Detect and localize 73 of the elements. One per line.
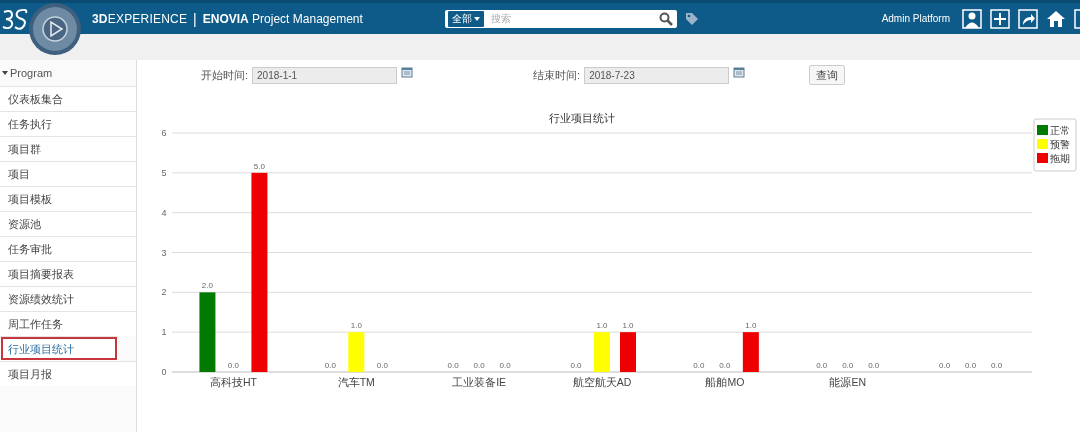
data-label: 0.0 xyxy=(227,361,239,370)
sidebar-item[interactable]: 仪表板集合 xyxy=(0,86,136,111)
data-label: 0.0 xyxy=(939,361,951,370)
category-label: 航空航天AD xyxy=(572,376,632,388)
y-tick-label: 5 xyxy=(161,167,167,178)
data-label: 0.0 xyxy=(499,361,511,370)
category-label: 船舶MO xyxy=(705,376,745,388)
data-label: 0.0 xyxy=(868,361,880,370)
data-label: 0.0 xyxy=(570,361,582,370)
y-tick-label: 1 xyxy=(161,327,167,338)
data-label: 0.0 xyxy=(376,361,388,370)
product-name: 3DEXPERIENCE xyxy=(92,11,188,26)
sidebar-item[interactable]: 任务执行 xyxy=(0,111,136,136)
caret-icon[interactable] xyxy=(473,16,480,21)
tag-icon[interactable] xyxy=(684,11,699,26)
search-field[interactable]: 全部 搜索 xyxy=(444,9,677,28)
data-label: 1.0 xyxy=(622,321,634,331)
data-label: 0.0 xyxy=(816,361,828,370)
sidebar-item[interactable]: 项目模板 xyxy=(0,186,136,211)
sidebar-item[interactable]: 周工作任务 xyxy=(0,311,136,336)
y-tick-label: 2 xyxy=(161,287,167,298)
data-label: 2.0 xyxy=(201,281,213,291)
title-divider: | xyxy=(193,10,197,27)
toolbar-icon[interactable] xyxy=(1074,8,1080,29)
y-tick-label: 6 xyxy=(161,128,167,138)
data-label: 0.0 xyxy=(842,361,854,370)
y-tick-label: 0 xyxy=(161,367,167,377)
category-label: 工业装备IE xyxy=(452,376,507,388)
sidebar-item[interactable]: 资源池 xyxy=(0,211,136,236)
data-label: 5.0 xyxy=(253,161,265,171)
sidebar-item[interactable]: 项目群 xyxy=(0,136,136,161)
legend-label: 拖期 xyxy=(1050,153,1070,164)
sidebar-item[interactable]: 任务审批 xyxy=(0,236,136,261)
y-tick-label: 4 xyxy=(161,207,167,218)
y-tick-label: 3 xyxy=(161,247,167,258)
data-label: 0.0 xyxy=(324,361,336,370)
data-label: 0.0 xyxy=(473,361,485,370)
category-label: 高科技HT xyxy=(209,376,257,388)
start-date-field[interactable]: 2018-1-1 xyxy=(252,66,398,84)
query-button[interactable]: 查询 xyxy=(809,65,846,85)
category-label: 能源EN xyxy=(829,376,866,388)
data-label: 1.0 xyxy=(350,321,362,331)
home-icon[interactable] xyxy=(1046,8,1066,29)
legend-label: 预警 xyxy=(1050,139,1070,150)
app-title: ENOVIA Project Management xyxy=(202,11,363,26)
user-name[interactable]: Admin Platform xyxy=(881,13,950,24)
program-header[interactable]: Program xyxy=(0,60,136,86)
data-label: 1.0 xyxy=(596,321,608,331)
sidebar-item[interactable]: 项目 xyxy=(0,161,136,186)
category-label: 汽车TM xyxy=(337,376,375,388)
sidebar-item[interactable]: 资源绩效统计 xyxy=(0,286,136,311)
scope-dropdown[interactable]: 全部 xyxy=(446,9,485,28)
data-label: 0.0 xyxy=(447,361,459,370)
logo-icon xyxy=(2,6,30,31)
share-icon[interactable] xyxy=(1018,8,1038,29)
plus-icon[interactable] xyxy=(990,8,1010,29)
data-label: 0.0 xyxy=(719,361,731,370)
data-label: 0.0 xyxy=(965,361,977,370)
sidebar-item[interactable]: 行业项目统计 xyxy=(0,336,118,361)
calendar-icon[interactable] xyxy=(733,66,746,78)
start-time-label: 开始时间: xyxy=(201,67,249,83)
data-label: 0.0 xyxy=(991,361,1003,370)
search-icon[interactable] xyxy=(658,11,673,26)
legend-label: 正常 xyxy=(1050,125,1070,136)
end-date-field[interactable]: 2018-7-23 xyxy=(584,66,730,84)
data-label: 1.0 xyxy=(745,321,757,331)
sidebar-item[interactable]: 项目摘要报表 xyxy=(0,261,136,286)
data-label: 0.0 xyxy=(693,361,705,370)
person-icon[interactable] xyxy=(962,8,982,29)
calendar-icon[interactable] xyxy=(401,66,414,78)
chart-title: 行业项目统计 xyxy=(549,112,615,124)
sidebar-item[interactable]: 项目月报 xyxy=(0,361,136,386)
end-time-label: 结束时间: xyxy=(533,67,581,83)
